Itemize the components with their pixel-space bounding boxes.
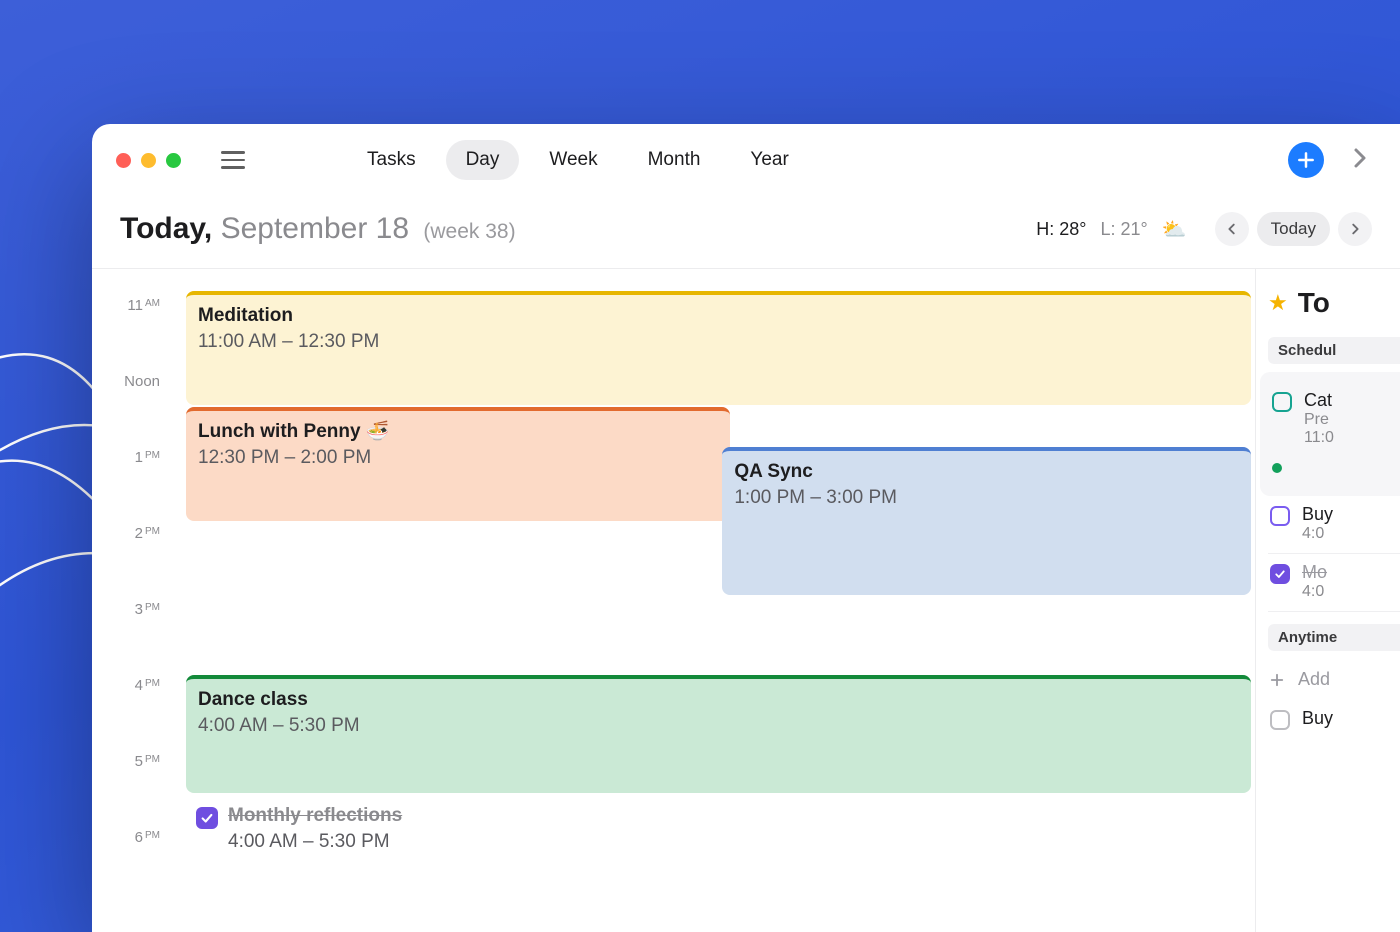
task-title: Buy bbox=[1302, 708, 1333, 729]
hour-gutter: 11AM Noon 1PM 2PM 3PM 4PM 5PM 6PM bbox=[92, 269, 168, 932]
task-checkbox-checked[interactable] bbox=[196, 807, 218, 829]
chevron-left-icon bbox=[1225, 222, 1239, 236]
add-task-label: Add bbox=[1298, 669, 1330, 690]
next-day-button[interactable] bbox=[1338, 212, 1372, 246]
event-time: 4:00 AM – 5:30 PM bbox=[198, 713, 1239, 739]
chevron-right-icon bbox=[1348, 222, 1362, 236]
task-sidebar: ★ To Schedul Cat Pre 11:0 bbox=[1255, 269, 1400, 932]
task-time: 4:0 bbox=[1302, 525, 1333, 543]
event-title: Lunch with Penny 🍜 bbox=[198, 419, 718, 445]
day-nav: Today bbox=[1215, 212, 1372, 246]
event-dance[interactable]: Dance class 4:00 AM – 5:30 PM bbox=[186, 675, 1251, 793]
date-header: Today, September 18 (week 38) H: 28° L: … bbox=[92, 196, 1400, 269]
check-icon bbox=[1274, 568, 1286, 580]
event-title: Monthly reflections bbox=[228, 803, 402, 829]
minimize-window-button[interactable] bbox=[141, 153, 156, 168]
event-time: 11:00 AM – 12:30 PM bbox=[198, 329, 1239, 355]
task-time: 11:0 bbox=[1304, 429, 1334, 447]
sidebar-title: To bbox=[1298, 287, 1330, 319]
toolbar: Tasks Day Week Month Year bbox=[92, 124, 1400, 196]
plus-icon bbox=[1296, 150, 1316, 170]
event-qa-sync[interactable]: QA Sync 1:00 PM – 3:00 PM bbox=[722, 447, 1251, 595]
chevron-right-icon bbox=[1352, 147, 1368, 169]
tab-day[interactable]: Day bbox=[446, 140, 520, 180]
today-button[interactable]: Today bbox=[1257, 212, 1330, 246]
section-scheduled: Schedul bbox=[1268, 337, 1400, 364]
task-title: Buy bbox=[1302, 504, 1333, 525]
event-meditation[interactable]: Meditation 11:00 AM – 12:30 PM bbox=[186, 291, 1251, 405]
weather-high: H: 28° bbox=[1036, 219, 1086, 240]
task-checkbox-checked[interactable] bbox=[1270, 564, 1290, 584]
event-title: Meditation bbox=[198, 303, 1239, 329]
sidebar-task-buy2[interactable]: Buy bbox=[1268, 700, 1400, 740]
sidebar-task-buy[interactable]: Buy 4:0 bbox=[1268, 496, 1400, 554]
zoom-window-button[interactable] bbox=[166, 153, 181, 168]
sidebar-task-catchup[interactable]: Cat Pre 11:0 bbox=[1270, 382, 1400, 451]
task-checkbox[interactable] bbox=[1270, 506, 1290, 526]
event-reflections[interactable]: Monthly reflections 4:00 AM – 5:30 PM bbox=[192, 799, 1251, 854]
expand-panel-button[interactable] bbox=[1352, 147, 1368, 174]
event-time: 12:30 PM – 2:00 PM bbox=[198, 445, 718, 471]
add-task-button[interactable]: Add bbox=[1268, 659, 1400, 700]
task-subtitle: Pre bbox=[1304, 411, 1334, 429]
prev-day-button[interactable] bbox=[1215, 212, 1249, 246]
calendar-day-view[interactable]: 11AM Noon 1PM 2PM 3PM 4PM 5PM 6PM Medita… bbox=[92, 269, 1255, 932]
window-controls bbox=[116, 153, 181, 168]
task-checkbox[interactable] bbox=[1270, 710, 1290, 730]
add-event-button[interactable] bbox=[1288, 142, 1324, 178]
tab-tasks[interactable]: Tasks bbox=[347, 140, 436, 180]
weather-icon: ⛅ bbox=[1162, 217, 1187, 242]
today-label: Today, bbox=[120, 212, 212, 245]
app-window: Tasks Day Week Month Year Today, Septemb… bbox=[92, 124, 1400, 932]
event-title: QA Sync bbox=[734, 459, 1239, 485]
event-lunch[interactable]: Lunch with Penny 🍜 12:30 PM – 2:00 PM bbox=[186, 407, 730, 521]
task-title: Mo bbox=[1302, 562, 1327, 583]
week-number: (week 38) bbox=[423, 220, 515, 243]
star-icon: ★ bbox=[1268, 290, 1288, 316]
close-window-button[interactable] bbox=[116, 153, 131, 168]
tab-week[interactable]: Week bbox=[529, 140, 617, 180]
sidebar-task-indicator[interactable] bbox=[1270, 451, 1400, 486]
tab-year[interactable]: Year bbox=[730, 140, 808, 180]
sidebar-toggle-icon[interactable] bbox=[221, 151, 245, 169]
plus-icon bbox=[1268, 671, 1286, 689]
task-time: 4:0 bbox=[1302, 583, 1327, 601]
weather-widget: H: 28° L: 21° ⛅ bbox=[1036, 217, 1186, 242]
section-anytime: Anytime bbox=[1268, 624, 1400, 651]
task-title: Cat bbox=[1304, 390, 1334, 411]
status-dot-icon bbox=[1272, 463, 1282, 473]
event-time: 1:00 PM – 3:00 PM bbox=[734, 485, 1239, 511]
event-time: 4:00 AM – 5:30 PM bbox=[228, 829, 402, 855]
task-checkbox[interactable] bbox=[1272, 392, 1292, 412]
weather-low: L: 21° bbox=[1100, 219, 1147, 240]
check-icon bbox=[200, 811, 214, 825]
view-tabs: Tasks Day Week Month Year bbox=[347, 140, 809, 180]
event-title: Dance class bbox=[198, 687, 1239, 713]
date-label: September 18 bbox=[221, 212, 409, 245]
sidebar-task-completed[interactable]: Mo 4:0 bbox=[1268, 554, 1400, 612]
tab-month[interactable]: Month bbox=[628, 140, 721, 180]
